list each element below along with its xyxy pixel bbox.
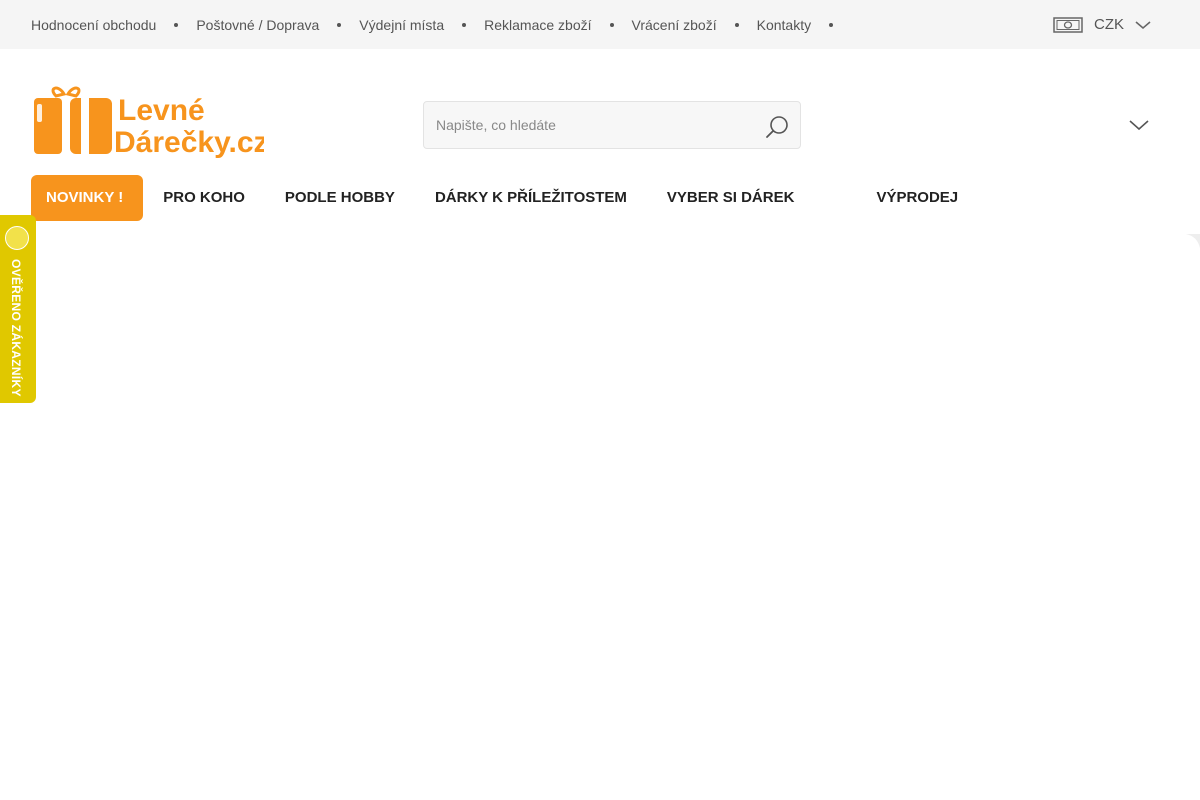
- nav-item-vyber-si-darek[interactable]: VYBER SI DÁREK: [647, 175, 857, 221]
- nav-item-podle-hobby[interactable]: PODLE HOBBY: [265, 175, 415, 221]
- separator-dot: [462, 22, 467, 27]
- currency-label: CZK: [1094, 16, 1124, 33]
- link-store-rating[interactable]: Hodnocení obchodu: [31, 17, 156, 33]
- link-shipping[interactable]: Poštovné / Doprava: [196, 17, 319, 33]
- nav-item-pro-koho[interactable]: PRO KOHO: [143, 175, 265, 221]
- money-icon: [1053, 16, 1083, 33]
- separator-dot: [829, 22, 834, 27]
- search-input[interactable]: [436, 102, 746, 148]
- chevron-down-icon[interactable]: [1129, 119, 1149, 131]
- nav-item-vyprodej[interactable]: VÝPRODEJ: [856, 175, 978, 221]
- link-contacts[interactable]: Kontakty: [757, 17, 811, 33]
- site-logo[interactable]: Levné Dárečky.cz: [34, 82, 269, 159]
- search-icon[interactable]: [765, 115, 789, 139]
- separator-dot: [174, 22, 179, 27]
- search-box: [423, 101, 801, 149]
- corner-fold: [1186, 234, 1200, 248]
- separator-dot: [337, 22, 342, 27]
- nav-item-novinky[interactable]: NOVINKY !: [31, 175, 144, 221]
- top-links: Hodnocení obchodu Poštovné / Doprava Výd…: [31, 0, 851, 49]
- seal-icon: [5, 226, 29, 250]
- link-pickup-points[interactable]: Výdejní místa: [359, 17, 444, 33]
- currency-selector[interactable]: CZK: [1053, 0, 1151, 49]
- separator-dot: [734, 22, 739, 27]
- link-complaints[interactable]: Reklamace zboží: [484, 17, 591, 33]
- nav-item-darky-k-prilezitostem[interactable]: DÁRKY K PŘÍLEŽITOSTEM: [415, 175, 647, 221]
- gift-logo-icon: Levné Dárečky.cz: [34, 86, 269, 159]
- top-bar: Hodnocení obchodu Poštovné / Doprava Výd…: [0, 0, 1200, 49]
- chevron-down-icon: [1135, 20, 1151, 29]
- link-returns[interactable]: Vrácení zboží: [632, 17, 717, 33]
- logo-line2: Dárečky.cz: [114, 126, 264, 158]
- verified-customers-label: OVĚŘENO ZÁKAZNÍKY: [9, 259, 23, 397]
- main-navigation: NOVINKY ! PRO KOHO PODLE HOBBY DÁRKY K P…: [31, 175, 978, 221]
- separator-dot: [609, 22, 614, 27]
- logo-line1: Levné: [118, 94, 205, 127]
